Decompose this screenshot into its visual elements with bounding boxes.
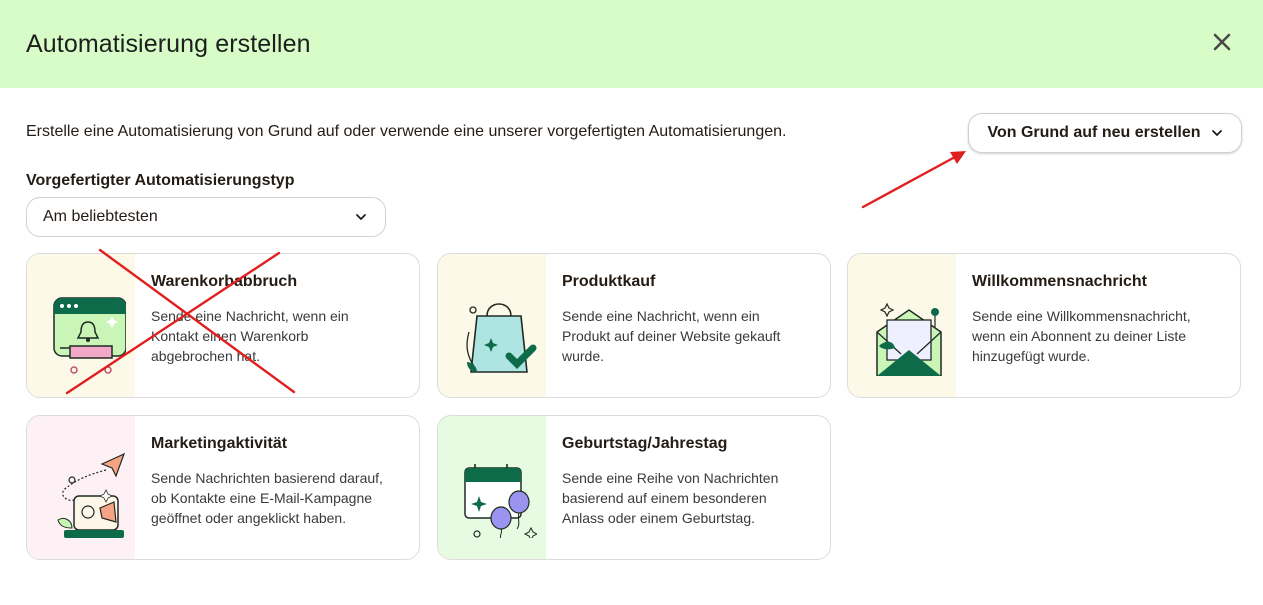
envelope-letter-illustration [848,254,956,397]
card-description: Sende eine Nachricht, wenn ein Produkt au… [562,308,781,364]
create-from-scratch-dropdown[interactable]: Von Grund auf neu erstellen [968,113,1242,153]
automation-type-selected: Am beliebtesten [43,208,158,225]
card-abandoned-cart[interactable]: Warenkorbabbruch Sende eine Nachricht, w… [26,253,420,398]
calendar-balloons-illustration [438,416,546,559]
card-description: Sende eine Willkommensnachricht, wenn ein… [972,308,1191,364]
card-title: Geburtstag/Jahrestag [562,435,728,452]
automation-type-label: Vorgefertigter Automatisierungstyp [26,172,295,189]
close-button[interactable] [1209,29,1235,55]
modal-title: Automatisierung erstellen [26,29,311,58]
automation-type-select[interactable]: Am beliebtesten [26,197,386,237]
card-title: Marketingaktivität [151,435,288,452]
card-description: Sende eine Nachricht, wenn ein Kontakt ei… [151,308,349,364]
card-title: Willkommensnachricht [972,273,1148,290]
close-icon[interactable] [1213,33,1231,51]
chevron-down-icon [356,214,366,220]
create-from-scratch-label: Von Grund auf neu erstellen [987,124,1201,141]
card-product-purchase[interactable]: Produktkauf Sende eine Nachricht, wenn e… [437,253,831,398]
modal-header: Automatisierung erstellen [0,0,1263,88]
card-title: Produktkauf [562,273,656,290]
red-arrow [861,151,966,209]
intro-text: Erstelle eine Automatisierung von Grund … [26,123,787,140]
paper-plane-laptop-illustration [27,416,135,559]
abandoned-cart-illustration [27,254,135,397]
card-description: Sende Nachrichten basierend darauf, ob Ko… [151,470,383,526]
card-birthday-anniversary[interactable]: Geburtstag/Jahrestag Sende eine Reihe vo… [437,415,831,560]
card-description: Sende eine Reihe von Nachrichten basieren… [562,470,779,526]
card-title: Warenkorbabbruch [151,273,298,290]
card-marketing-activity[interactable]: Marketingaktivität Sende Nachrichten bas… [26,415,420,560]
chevron-down-icon [1211,130,1222,136]
shopping-bag-check-illustration [438,254,546,397]
card-welcome-message[interactable]: Willkommensnachricht Sende eine Willkomm… [847,253,1241,398]
